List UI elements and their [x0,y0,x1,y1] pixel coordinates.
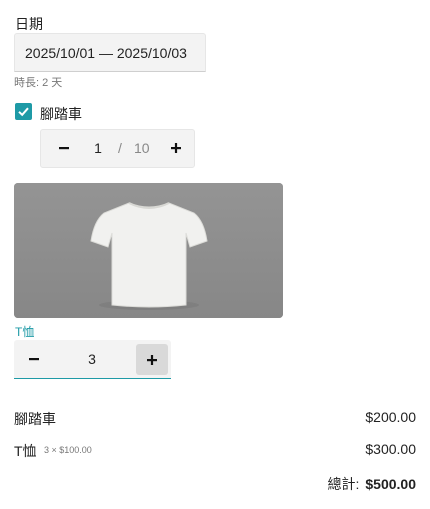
tshirt-quantity-value[interactable]: 3 [74,351,110,367]
bike-quantity-value[interactable]: 1 [91,140,105,156]
tshirt-quantity-stepper: 3 [14,340,171,379]
total-value: $500.00 [365,476,416,492]
bike-label: 腳踏車 [40,106,82,122]
summary-item-name: T恤 [14,443,37,459]
plus-icon [171,143,181,153]
checkmark-icon [18,107,29,117]
date-range-input[interactable]: 2025/10/01 — 2025/10/03 [14,33,206,72]
total-label: 總計: [327,476,360,492]
bike-quantity-separator: / [118,140,122,156]
minus-icon [29,358,39,361]
bike-increment-button[interactable] [163,135,189,161]
bike-checkbox[interactable] [15,103,32,120]
tshirt-increment-button[interactable] [136,344,168,375]
bike-quantity-stepper: 1 / 10 [40,129,195,168]
summary-item-price: $200.00 [365,409,416,425]
date-range-value: 2025/10/01 — 2025/10/03 [25,44,187,61]
tshirt-decrement-button[interactable] [21,346,47,372]
plus-icon [147,354,157,365]
duration-text: 時長: 2 天 [14,77,63,89]
summary-item-price: $300.00 [365,441,416,457]
bike-decrement-button[interactable] [51,135,77,161]
bike-quantity-max: 10 [134,140,150,156]
tshirt-label: T恤 [15,325,35,339]
summary-item-name: 腳踏車 [14,411,56,427]
tshirt-image [14,183,283,318]
date-label: 日期 [15,16,43,32]
summary-item-detail: 3 × $100.00 [44,445,92,455]
order-total: 總計: $500.00 [328,474,417,494]
minus-icon [59,147,69,150]
